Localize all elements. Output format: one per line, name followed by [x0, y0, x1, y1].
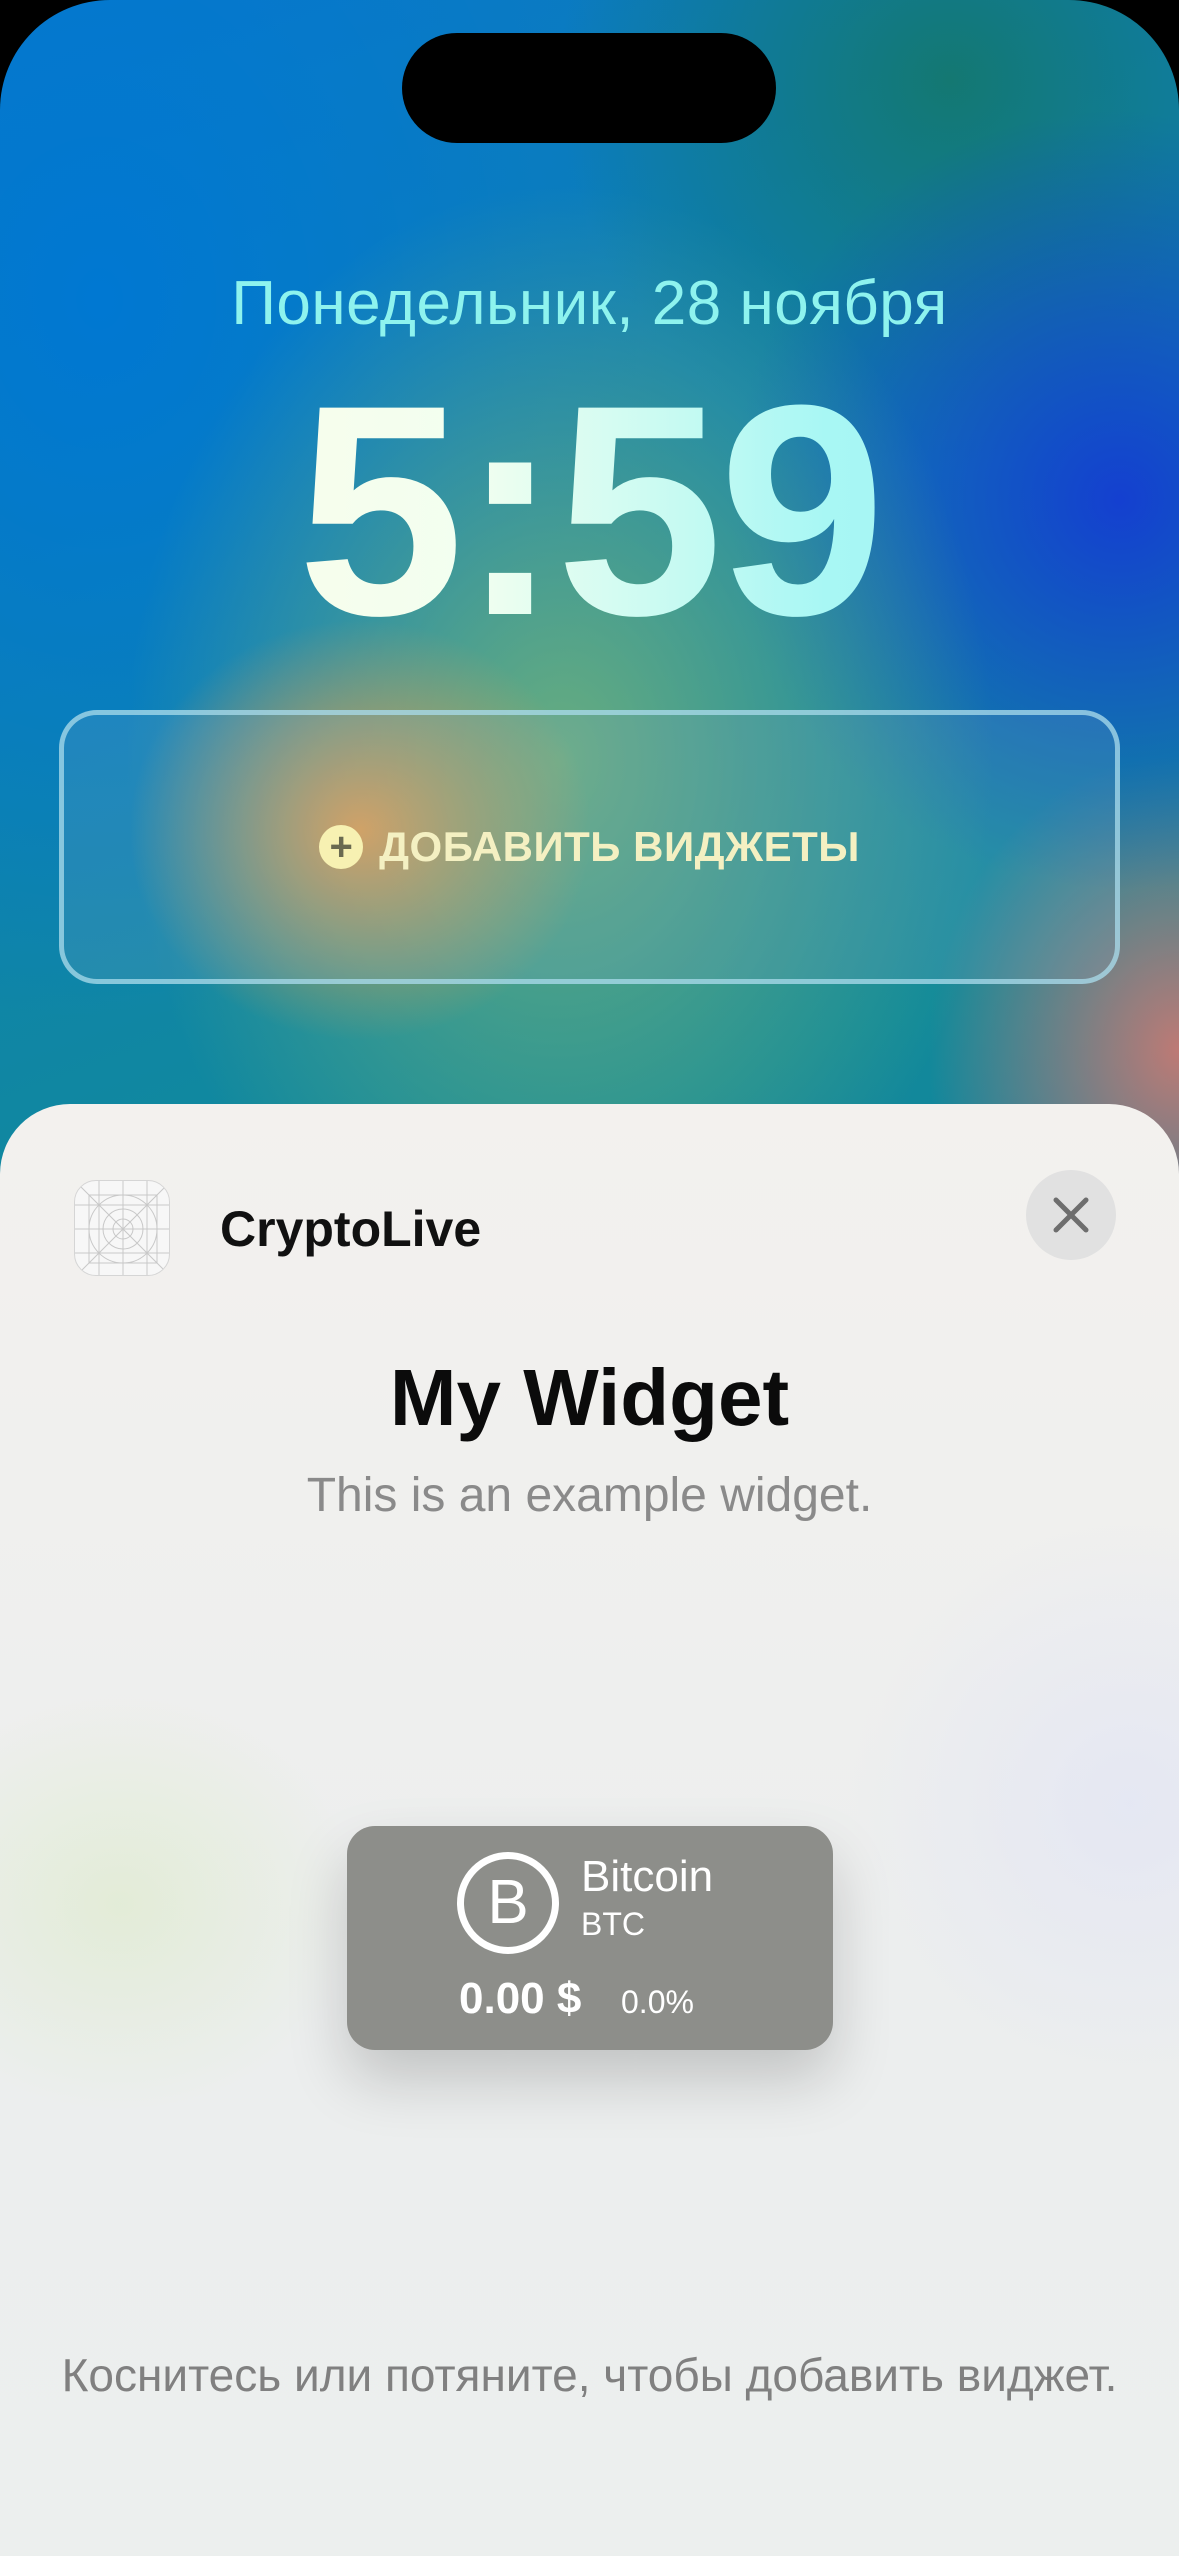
- widget-gallery-sheet: CryptoLive My Widget This is an example …: [0, 1104, 1179, 2556]
- app-placeholder-icon: [74, 1180, 170, 1276]
- add-widget-hint: Коснитесь или потяните, чтобы добавить в…: [61, 2349, 1118, 2401]
- close-icon: [1053, 1197, 1089, 1233]
- coin-name: Bitcoin: [581, 1852, 714, 1901]
- coin-change: 0.0%: [621, 1984, 694, 2020]
- dynamic-island: [402, 33, 776, 143]
- coin-ticker: BTC: [581, 1906, 645, 1942]
- app-name: CryptoLive: [220, 1201, 482, 1257]
- add-widgets-button[interactable]: + ДОБАВИТЬ ВИДЖЕТЫ: [59, 710, 1120, 984]
- lock-screen-date[interactable]: Понедельник, 28 ноября: [0, 268, 1179, 339]
- coin-price: 0.00 $: [459, 1974, 582, 2023]
- close-button[interactable]: [1026, 1170, 1116, 1260]
- lock-screen-time: 5:59: [0, 360, 1179, 660]
- coin-icon-letter: B: [487, 1868, 529, 1937]
- widget-title: My Widget: [389, 1353, 790, 1442]
- widget-preview[interactable]: B Bitcoin BTC 0.00 $ 0.0%: [347, 1826, 833, 2050]
- plus-circle-icon: +: [319, 825, 364, 869]
- add-widgets-label: ДОБАВИТЬ ВИДЖЕТЫ: [379, 823, 860, 870]
- lock-screen: Понедельник, 28 ноября 5:59 + ДОБАВИТЬ В…: [0, 0, 1179, 2556]
- widget-description: This is an example widget.: [306, 1469, 873, 1522]
- bitcoin-icon: B: [457, 1852, 559, 1954]
